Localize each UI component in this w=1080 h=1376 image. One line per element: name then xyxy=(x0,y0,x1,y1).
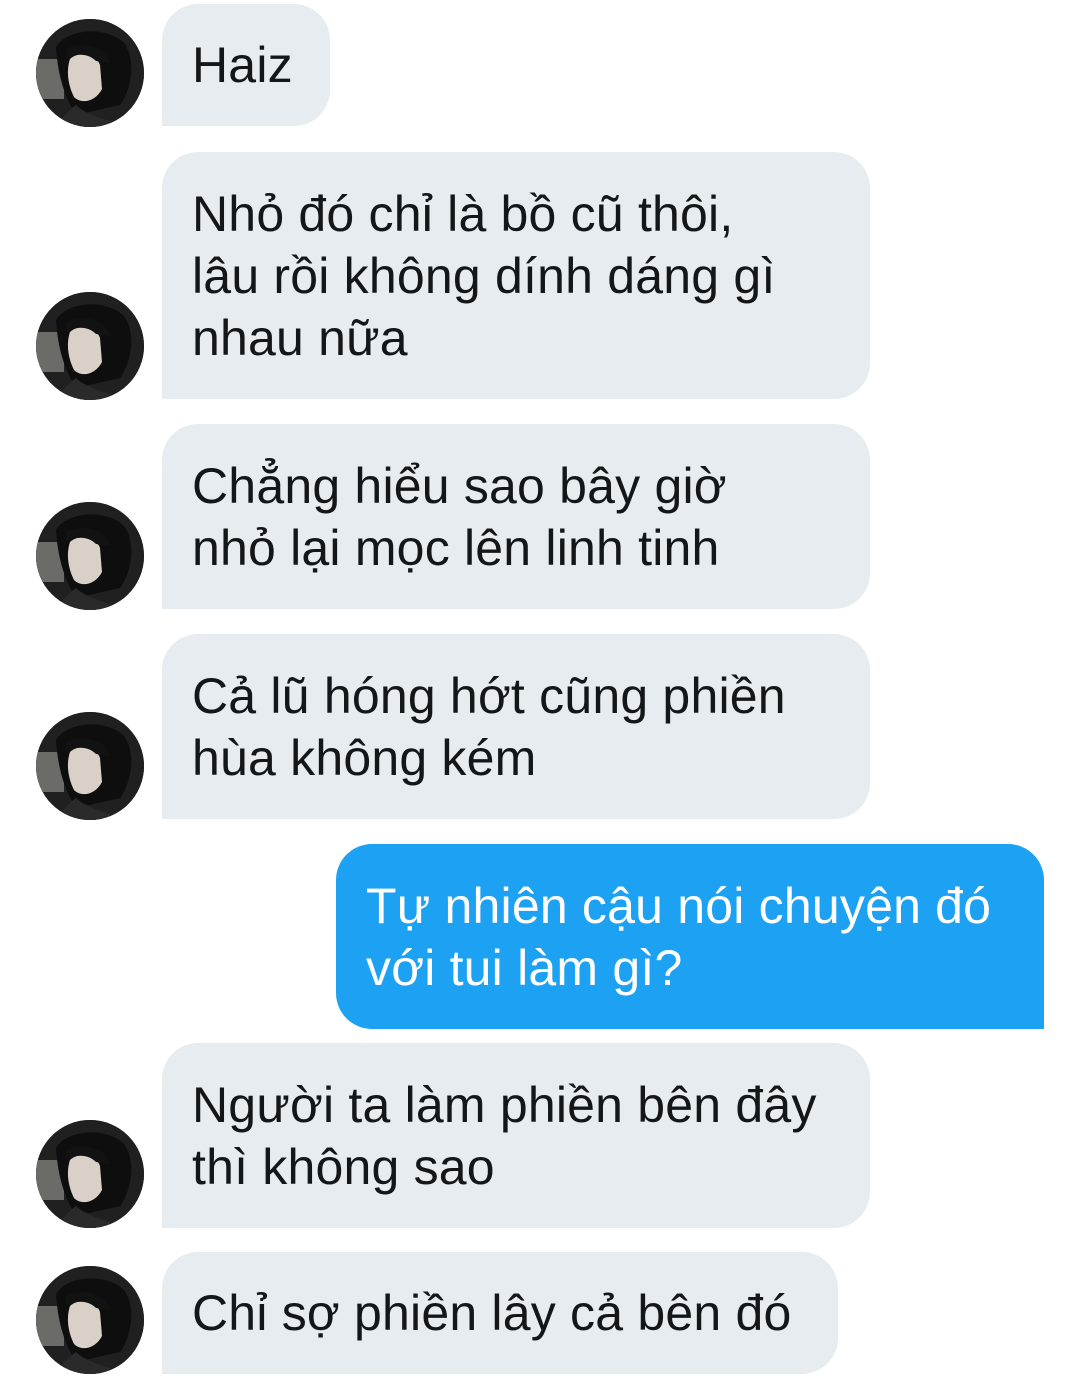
message-text: Chẳng hiểu sao bây giờ nhỏ lại mọc lên l… xyxy=(192,457,727,576)
sender-avatar[interactable] xyxy=(36,502,144,610)
message-bubble[interactable]: Nhỏ đó chỉ là bồ cũ thôi, lâu rồi không … xyxy=(162,152,870,399)
avatar-photo-icon xyxy=(36,712,144,820)
message-text: Tự nhiên cậu nói chuyện đó với tui làm g… xyxy=(366,877,992,996)
message-bubble[interactable]: Chẳng hiểu sao bây giờ nhỏ lại mọc lên l… xyxy=(162,424,870,609)
message-text: Chỉ sợ phiền lây cả bên đó xyxy=(192,1285,792,1341)
message-text: Nhỏ đó chỉ là bồ cũ thôi, lâu rồi không … xyxy=(192,185,776,366)
sender-avatar[interactable] xyxy=(36,712,144,820)
avatar-photo-icon xyxy=(36,502,144,610)
avatar-photo-icon xyxy=(36,19,144,127)
conversation-thread: Haiz Nhỏ đó chỉ là bồ cũ thôi, lâu rồi k… xyxy=(0,0,1080,1376)
sender-avatar[interactable] xyxy=(36,1266,144,1374)
sender-avatar[interactable] xyxy=(36,292,144,400)
avatar-photo-icon xyxy=(36,1120,144,1228)
message-text: Người ta làm phiền bên đây thì không sao xyxy=(192,1076,817,1195)
message-bubble[interactable]: Tự nhiên cậu nói chuyện đó với tui làm g… xyxy=(336,844,1044,1029)
sender-avatar[interactable] xyxy=(36,19,144,127)
message-text: Cả lũ hóng hớt cũng phiền hùa không kém xyxy=(192,667,786,786)
message-bubble[interactable]: Người ta làm phiền bên đây thì không sao xyxy=(162,1043,870,1228)
message-bubble[interactable]: Haiz xyxy=(162,4,330,126)
message-text: Haiz xyxy=(192,37,293,93)
message-bubble[interactable]: Chỉ sợ phiền lây cả bên đó xyxy=(162,1252,838,1374)
message-bubble[interactable]: Cả lũ hóng hớt cũng phiền hùa không kém xyxy=(162,634,870,819)
sender-avatar[interactable] xyxy=(36,1120,144,1228)
avatar-photo-icon xyxy=(36,1266,144,1374)
avatar-photo-icon xyxy=(36,292,144,400)
